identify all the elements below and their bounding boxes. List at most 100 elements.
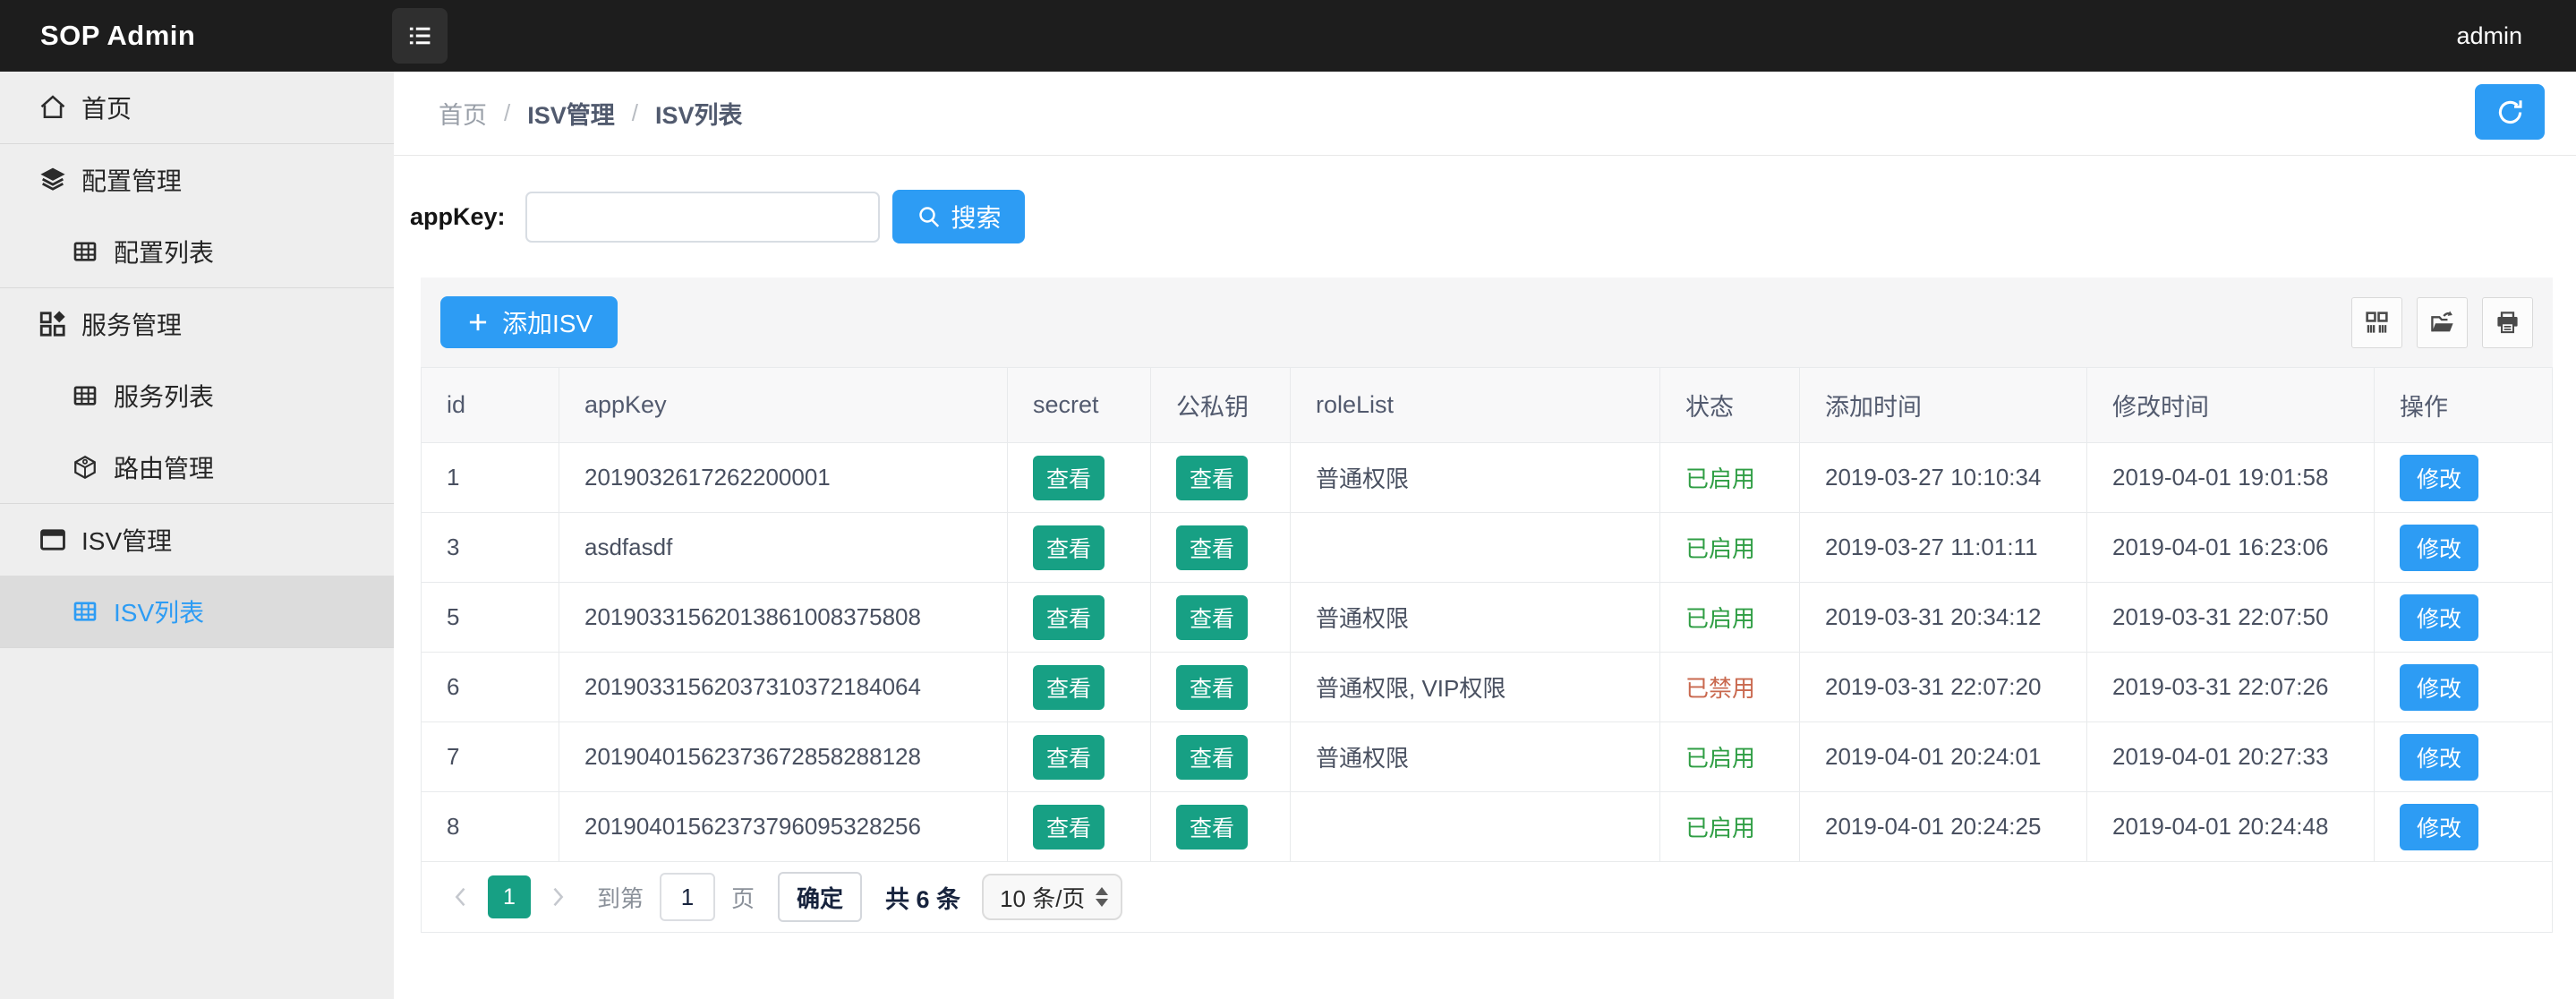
sidebar-item-service-management[interactable]: 服务管理 — [0, 288, 394, 360]
cell-keys: 查看 — [1151, 722, 1291, 791]
edit-button[interactable]: 修改 — [2400, 734, 2478, 781]
edit-button[interactable]: 修改 — [2400, 664, 2478, 711]
cell-keys: 查看 — [1151, 653, 1291, 722]
page-size-select[interactable]: 10 条/页 — [982, 874, 1122, 920]
row-id: 3 — [447, 534, 459, 561]
sidebar-item-isv-management[interactable]: ISV管理 — [0, 504, 394, 576]
user-menu[interactable]: admin — [2456, 22, 2522, 50]
cell-status: 已禁用 — [1660, 653, 1800, 722]
export-icon — [2428, 309, 2456, 337]
view-secret-button[interactable]: 查看 — [1033, 456, 1105, 500]
components-icon — [38, 309, 68, 339]
next-page-button[interactable] — [540, 884, 576, 909]
page-number-input[interactable] — [660, 873, 715, 921]
edit-button[interactable]: 修改 — [2400, 594, 2478, 641]
export-button[interactable] — [2417, 297, 2468, 348]
view-keys-button[interactable]: 查看 — [1176, 456, 1248, 500]
view-keys-button[interactable]: 查看 — [1176, 735, 1248, 780]
caret-updown-icon — [1096, 887, 1108, 907]
view-keys-button[interactable]: 查看 — [1176, 805, 1248, 850]
table-row: 520190331562013861008375808查看查看普通权限已启用20… — [422, 583, 2552, 653]
pagination-bar: 1 到第 页 确定 共 6 条 10 条/页 — [422, 862, 2552, 932]
view-keys-button[interactable]: 查看 — [1176, 595, 1248, 640]
status-text: 已禁用 — [1685, 670, 1755, 704]
cell-modified-time: 2019-04-01 20:27:33 — [2087, 722, 2375, 791]
total-count-label: 共 6 条 — [885, 880, 960, 915]
edit-button[interactable]: 修改 — [2400, 455, 2478, 501]
grid-body: 12019032617262200001查看查看普通权限已启用2019-03-2… — [422, 443, 2552, 862]
row-rolelist: 普通权限 — [1316, 601, 1409, 634]
sidebar-toggle-button[interactable] — [392, 8, 448, 64]
view-secret-button[interactable]: 查看 — [1033, 595, 1105, 640]
row-appkey: asdfasdf — [584, 534, 672, 561]
view-secret-button[interactable]: 查看 — [1033, 665, 1105, 710]
sidebar-item-home[interactable]: 首页 — [0, 72, 394, 143]
view-keys-button[interactable]: 查看 — [1176, 665, 1248, 710]
search-button[interactable]: 搜索 — [892, 190, 1025, 243]
cell-appkey: 20190331562013861008375808 — [559, 583, 1008, 652]
breadcrumb-item[interactable]: ISV管理 — [527, 96, 615, 131]
grid-tools — [2351, 297, 2533, 348]
row-added-time: 2019-03-31 20:34:12 — [1825, 603, 2041, 631]
print-button[interactable] — [2482, 297, 2533, 348]
cell-secret: 查看 — [1008, 513, 1151, 582]
view-secret-button[interactable]: 查看 — [1033, 735, 1105, 780]
breadcrumb-item[interactable]: 首页 — [439, 96, 487, 131]
search-input[interactable] — [525, 192, 880, 243]
chevron-right-icon — [545, 884, 570, 909]
table-row: 12019032617262200001查看查看普通权限已启用2019-03-2… — [422, 443, 2552, 513]
plus-icon — [465, 310, 490, 335]
row-appkey: 2019032617262200001 — [584, 464, 831, 491]
confirm-page-button[interactable]: 确定 — [778, 872, 862, 922]
row-modified-time: 2019-04-01 19:01:58 — [2112, 464, 2328, 491]
cell-status: 已启用 — [1660, 443, 1800, 512]
view-secret-button[interactable]: 查看 — [1033, 525, 1105, 570]
cell-modified-time: 2019-04-01 19:01:58 — [2087, 443, 2375, 512]
sidebar-item-config-management[interactable]: 配置管理 — [0, 144, 394, 216]
breadcrumb-separator: / — [504, 99, 510, 127]
columns-settings-button[interactable] — [2351, 297, 2402, 348]
add-isv-button[interactable]: 添加ISV — [440, 296, 618, 348]
cell-secret: 查看 — [1008, 583, 1151, 652]
row-added-time: 2019-03-31 22:07:20 — [1825, 673, 2041, 701]
sidebar-item-label: ISV列表 — [114, 593, 204, 629]
row-added-time: 2019-03-27 11:01:11 — [1825, 534, 2038, 561]
table-panel: 添加ISV idappKeysecret公私钥roleList状态添加时间修改时… — [421, 278, 2553, 933]
breadcrumb-bar: 首页 / ISV管理 / ISV列表 — [394, 72, 2576, 156]
cell-added-time: 2019-03-31 20:34:12 — [1800, 583, 2087, 652]
row-modified-time: 2019-04-01 20:24:48 — [2112, 813, 2328, 841]
sidebar-item-isv-list[interactable]: ISV列表 — [0, 576, 394, 647]
cell-actions: 修改 — [2375, 443, 2552, 512]
refresh-button[interactable] — [2475, 84, 2545, 140]
table-row: 620190331562037310372184064查看查看普通权限, VIP… — [422, 653, 2552, 722]
prev-page-button[interactable] — [443, 884, 479, 909]
sidebar-item-label: 服务列表 — [114, 378, 214, 414]
cell-id: 3 — [422, 513, 559, 582]
sidebar-item-service-list[interactable]: 服务列表 — [0, 360, 394, 431]
sidebar-item-route-management[interactable]: 路由管理 — [0, 431, 394, 503]
edit-button[interactable]: 修改 — [2400, 804, 2478, 850]
row-id: 7 — [447, 743, 459, 771]
cell-added-time: 2019-03-27 11:01:11 — [1800, 513, 2087, 582]
table-toolbar: 添加ISV — [421, 278, 2553, 367]
cell-id: 7 — [422, 722, 559, 791]
table-row: 820190401562373796095328256查看查看已启用2019-0… — [422, 792, 2552, 862]
breadcrumb-item[interactable]: ISV列表 — [655, 96, 743, 131]
cell-rolelist: 普通权限, VIP权限 — [1291, 653, 1660, 722]
cell-actions: 修改 — [2375, 583, 2552, 652]
view-secret-button[interactable]: 查看 — [1033, 805, 1105, 850]
cell-rolelist: 普通权限 — [1291, 443, 1660, 512]
cell-appkey: 2019032617262200001 — [559, 443, 1008, 512]
table-icon — [72, 598, 98, 625]
sidebar-item-label: ISV管理 — [81, 522, 172, 558]
row-modified-time: 2019-03-31 22:07:26 — [2112, 673, 2328, 701]
row-appkey: 20190331562037310372184064 — [584, 673, 921, 701]
cell-secret: 查看 — [1008, 653, 1151, 722]
sidebar-item-config-list[interactable]: 配置列表 — [0, 216, 394, 287]
current-page-button[interactable]: 1 — [488, 875, 531, 918]
view-keys-button[interactable]: 查看 — [1176, 525, 1248, 570]
cell-appkey: 20190401562373796095328256 — [559, 792, 1008, 861]
breadcrumb-separator: / — [632, 99, 638, 127]
sidebar-divider — [0, 647, 394, 648]
edit-button[interactable]: 修改 — [2400, 525, 2478, 571]
